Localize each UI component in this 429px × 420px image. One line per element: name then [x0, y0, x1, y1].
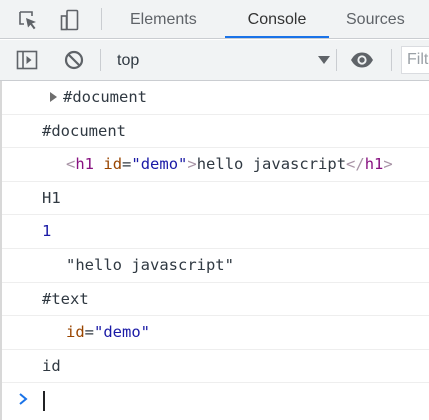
eye-icon[interactable] [350, 49, 374, 71]
attribute-equals: = [84, 323, 95, 342]
dropdown-arrow-icon [318, 56, 330, 64]
tab-bar-divider [101, 8, 102, 30]
console-message: H1 [2, 182, 429, 216]
console-message: 1 [2, 215, 429, 249]
element-node[interactable]: <h1 id="demo">hello javascript</h1> [66, 148, 393, 181]
execution-context-select[interactable]: top [108, 46, 330, 74]
attribute-name: id [103, 155, 123, 174]
text-caret [43, 391, 45, 412]
toolbar-divider [336, 49, 337, 71]
prompt-chevron-icon [19, 393, 28, 406]
message-text: id [42, 356, 61, 375]
attribute-equals: = [122, 155, 132, 174]
attribute-value: "demo" [131, 155, 188, 174]
message-text: #document [42, 121, 126, 140]
text-node: "hello javascript" [66, 255, 234, 274]
tag-close-bracket: > [187, 155, 197, 174]
console-message[interactable]: <h1 id="demo">hello javascript</h1> [2, 148, 429, 182]
attribute-value: "demo" [94, 323, 151, 342]
tag-open-bracket: < [66, 155, 76, 174]
message-text: #text [42, 289, 89, 308]
tag-name: h1 [75, 155, 95, 174]
message-text: H1 [42, 188, 61, 207]
message-number: 1 [42, 222, 52, 241]
attribute-name: id [66, 323, 85, 342]
show-sidebar-icon[interactable] [16, 49, 38, 71]
clear-console-icon[interactable] [63, 49, 85, 71]
inspect-element-icon[interactable] [16, 8, 40, 32]
filter-input[interactable] [402, 47, 429, 73]
tab-elements[interactable]: Elements [120, 0, 207, 38]
execution-context-value: top [117, 52, 140, 69]
end-tag-close-bracket: > [383, 155, 393, 174]
console-input[interactable] [42, 389, 422, 414]
console-message: id="demo" [2, 316, 429, 350]
console-messages: #document #document <h1 id="demo">hello … [0, 81, 429, 420]
console-message: "hello javascript" [2, 249, 429, 283]
tab-sources[interactable]: Sources [336, 0, 415, 38]
element-text: hello javascript [196, 155, 347, 174]
console-message: #document [2, 115, 429, 149]
console-toolbar: top [0, 40, 429, 81]
device-toolbar-icon[interactable] [58, 8, 82, 32]
toolbar-divider [100, 49, 101, 71]
console-message: #text [2, 283, 429, 317]
devtools-tab-bar: Elements Console Sources [0, 0, 429, 39]
filter-box [401, 46, 429, 74]
end-tag-name: h1 [364, 155, 384, 174]
end-tag-open-bracket: </ [346, 155, 365, 174]
attribute-node: id="demo" [66, 316, 150, 349]
console-prompt[interactable] [2, 383, 429, 419]
node-name: #document [63, 88, 147, 106]
console-message[interactable]: #document [2, 81, 429, 115]
expand-triangle-icon[interactable] [50, 92, 57, 102]
tab-console[interactable]: Console [225, 0, 329, 38]
toolbar-divider [391, 49, 392, 71]
console-message: id [2, 350, 429, 384]
